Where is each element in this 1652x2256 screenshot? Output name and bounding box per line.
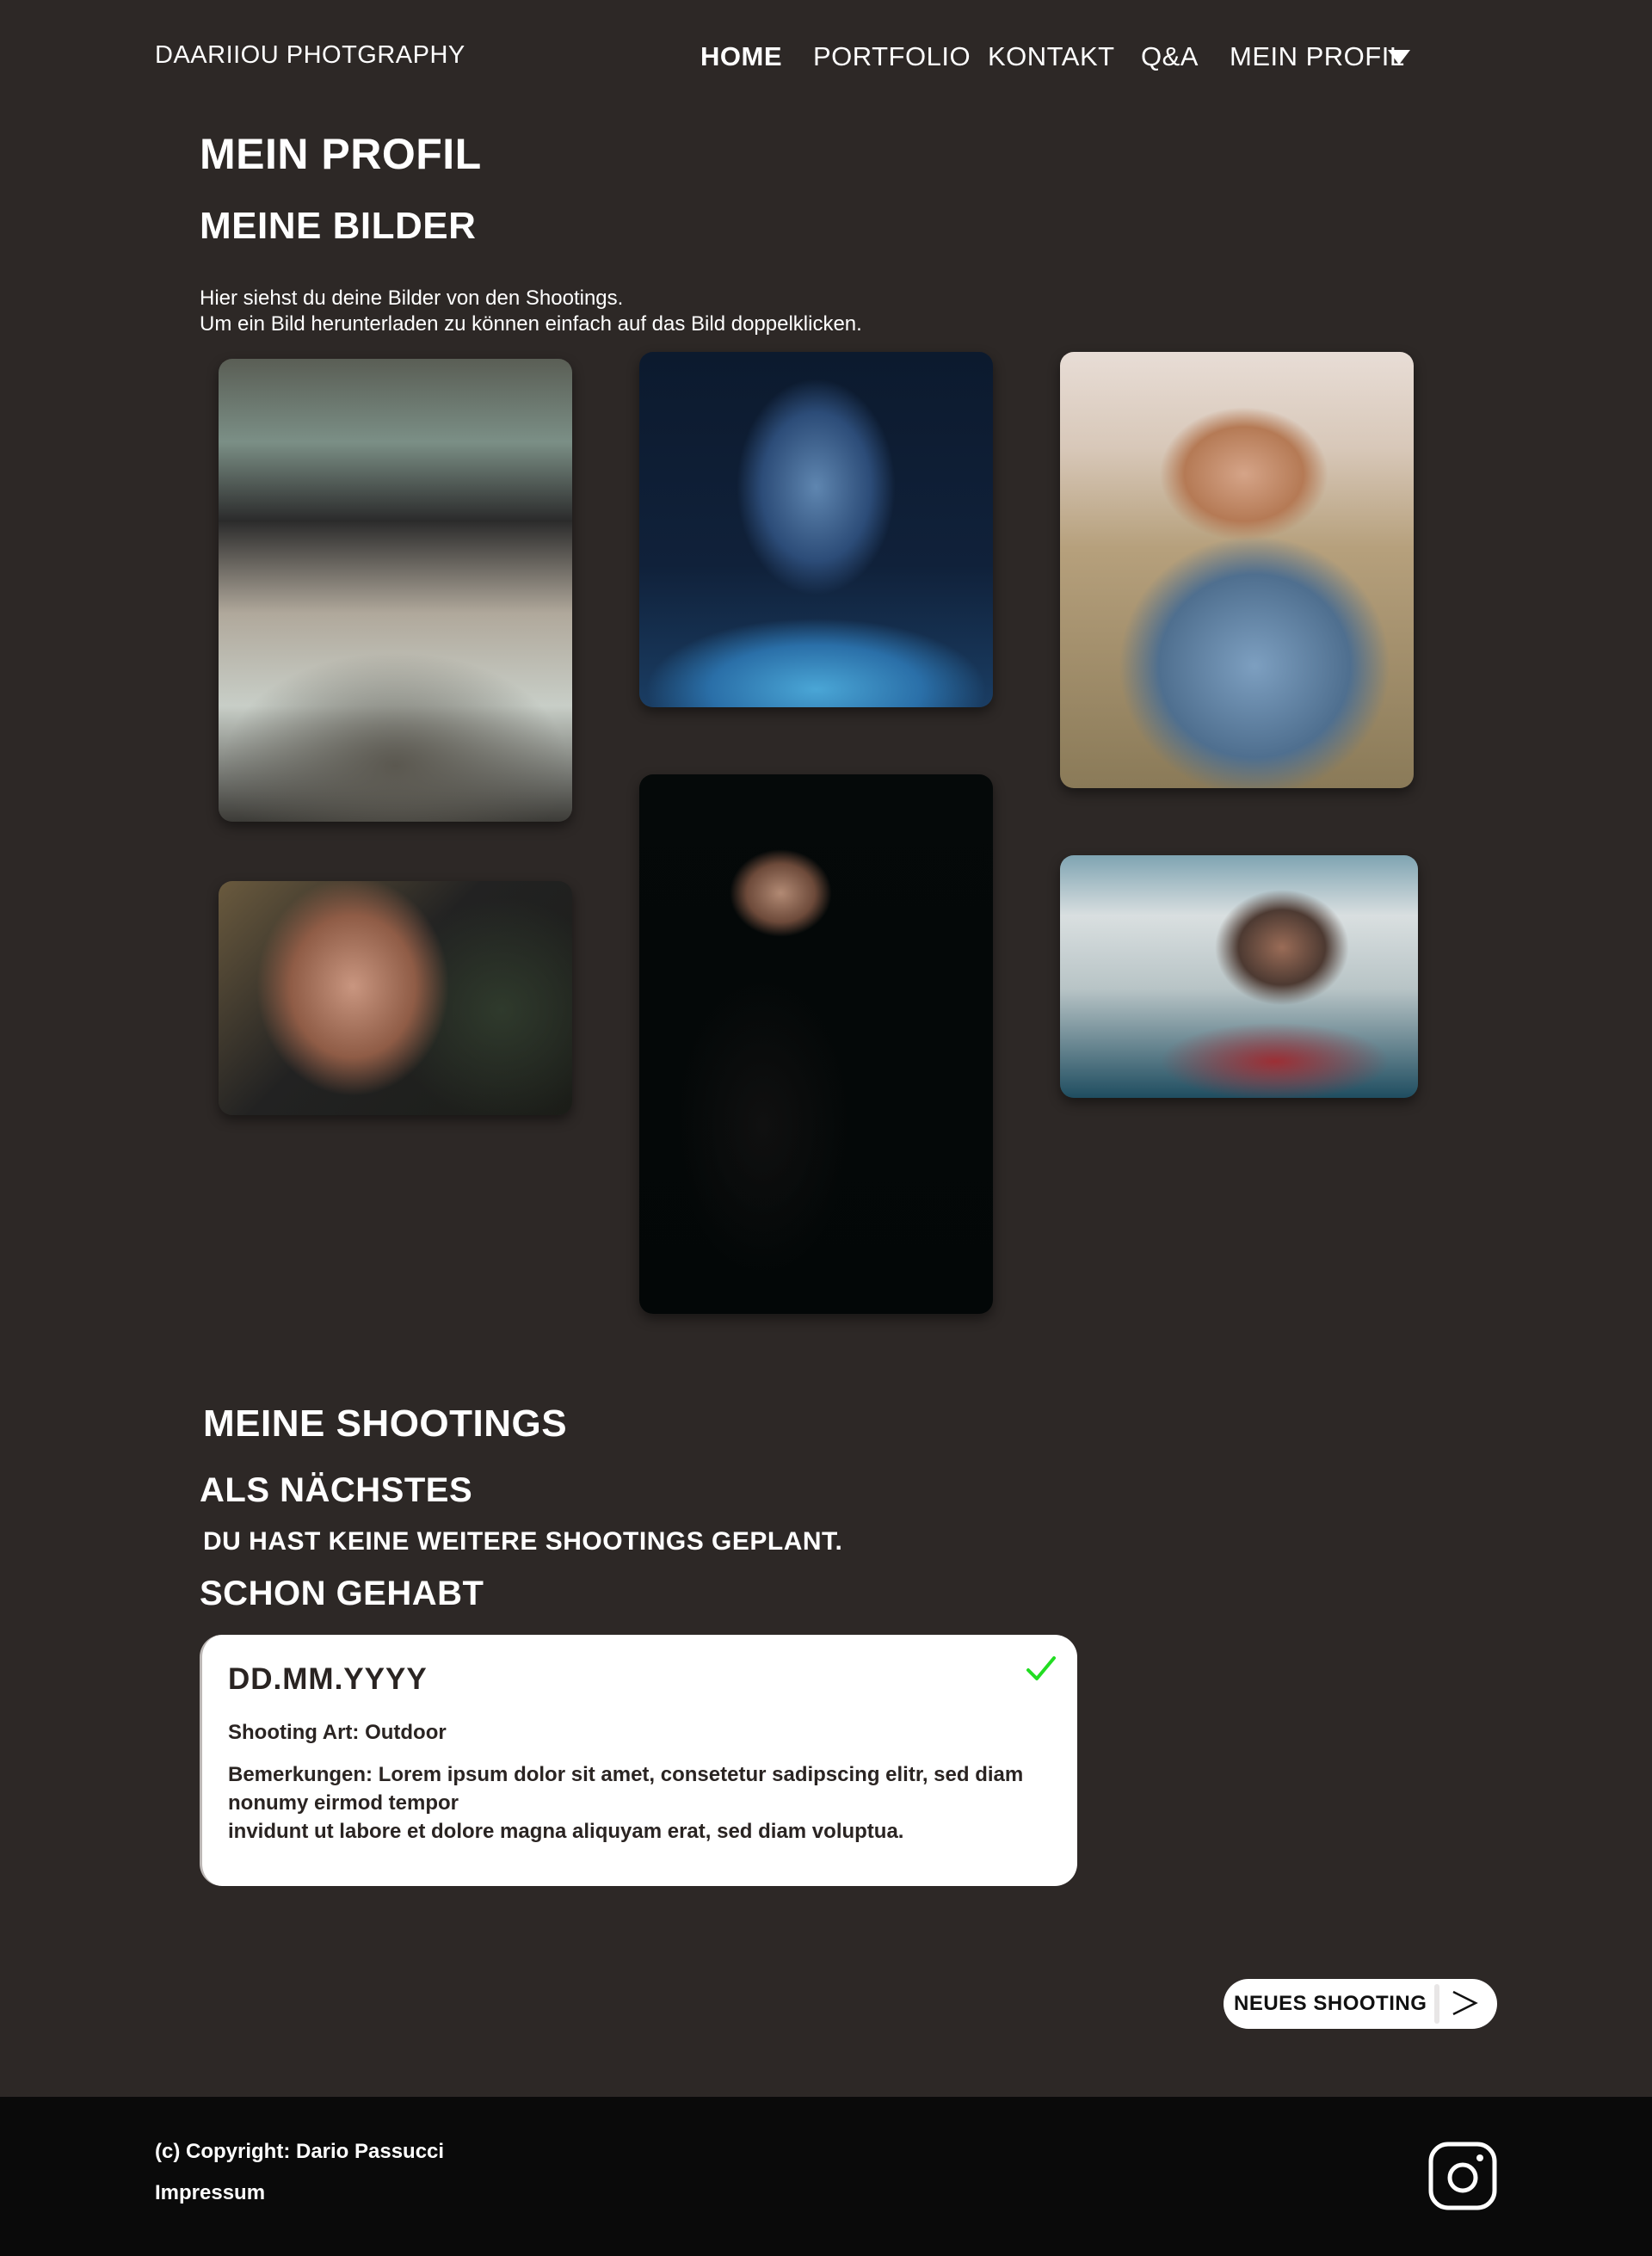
bilder-intro-line-1: Hier siehst du deine Bilder von den Shoo… <box>200 287 624 310</box>
gallery-photo[interactable] <box>639 774 993 1314</box>
nav-mein-profil[interactable]: MEIN PROFIL <box>1230 41 1405 72</box>
shooting-art: Shooting Art: Outdoor <box>228 1721 447 1744</box>
no-shootings-message: DU HAST KEINE WEITERE SHOOTINGS GEPLANT. <box>203 1527 843 1556</box>
bilder-title: MEINE BILDER <box>200 205 477 247</box>
nav-kontakt[interactable]: KONTAKT <box>988 41 1115 72</box>
footer-impressum-link[interactable]: Impressum <box>155 2181 265 2205</box>
new-shooting-label: NEUES SHOOTING <box>1234 1992 1427 2015</box>
nav-home[interactable]: HOME <box>700 41 782 72</box>
shooting-date: DD.MM.YYYY <box>228 1662 428 1696</box>
gallery-photo[interactable] <box>1060 855 1418 1098</box>
footer-copyright: (c) Copyright: Dario Passucci <box>155 2140 445 2163</box>
chevron-down-icon[interactable] <box>1388 50 1410 65</box>
button-divider <box>1434 1984 1439 2024</box>
gallery-photo[interactable] <box>219 359 572 822</box>
instagram-icon[interactable] <box>1428 2142 1497 2210</box>
nav-portfolio[interactable]: PORTFOLIO <box>813 41 971 72</box>
next-shootings-title: ALS NÄCHSTES <box>200 1471 473 1509</box>
arrow-right-icon <box>1452 1990 1478 2016</box>
shooting-remarks-line-1: Bemerkungen: Lorem ipsum dolor sit amet,… <box>228 1763 1024 1815</box>
shooting-card[interactable]: DD.MM.YYYY Shooting Art: Outdoor Bemerku… <box>200 1635 1077 1886</box>
bilder-intro: Hier siehst du deine Bilder von den Shoo… <box>200 286 862 337</box>
gallery-photo[interactable] <box>639 352 993 707</box>
shooting-remarks: Bemerkungen: Lorem ipsum dolor sit amet,… <box>228 1760 1054 1846</box>
gallery-photo[interactable] <box>219 881 572 1115</box>
new-shooting-button[interactable]: NEUES SHOOTING <box>1224 1979 1497 2029</box>
gallery-photo[interactable] <box>1060 352 1414 788</box>
page-title: MEIN PROFIL <box>200 130 482 178</box>
past-shootings-title: SCHON GEHABT <box>200 1575 484 1612</box>
checkmark-icon <box>1026 1656 1056 1680</box>
shooting-remarks-line-2: invidunt ut labore et dolore magna aliqu… <box>228 1820 904 1843</box>
bilder-intro-line-2: Um ein Bild herunterladen zu können einf… <box>200 312 862 336</box>
shootings-title: MEINE SHOOTINGS <box>203 1402 568 1445</box>
brand-logo[interactable]: DAARIIOU PHOTGRAPHY <box>155 41 465 70</box>
nav-qa[interactable]: Q&A <box>1141 41 1199 72</box>
footer: (c) Copyright: Dario Passucci Impressum <box>0 2097 1652 2256</box>
